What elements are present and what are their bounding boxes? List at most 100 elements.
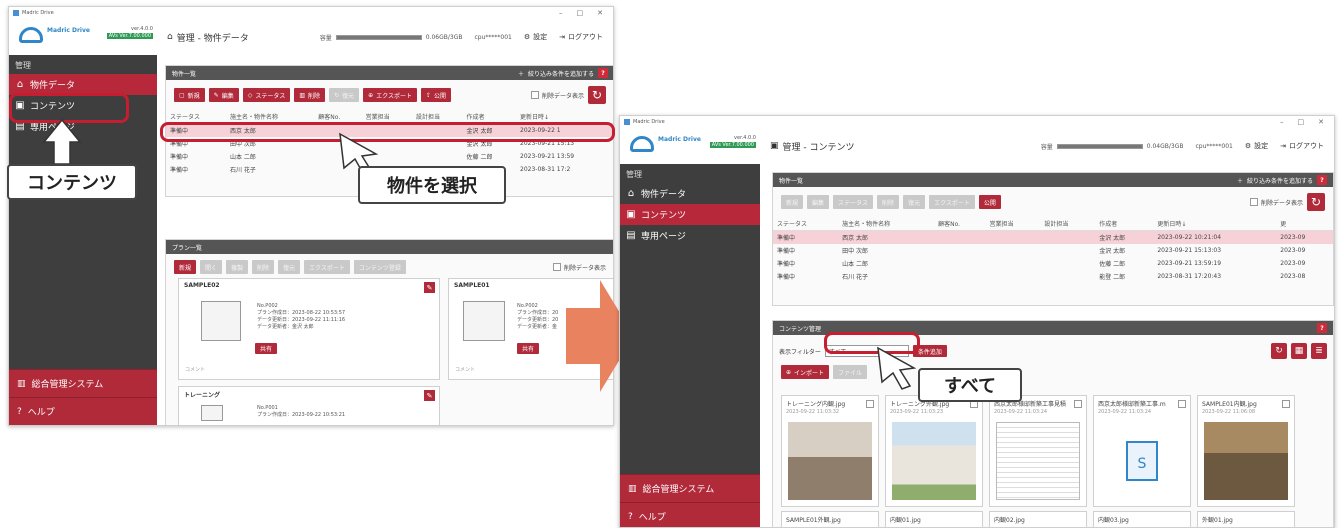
publish-button[interactable]: 公開 [978, 195, 1001, 209]
column-header[interactable]: ステータス [773, 217, 839, 231]
pencil-icon[interactable]: ✎ [424, 390, 435, 401]
publish-button[interactable]: ⇪ 公開 [420, 88, 452, 102]
new-button[interactable]: 新規 [781, 195, 804, 209]
status-button[interactable]: ステータス [833, 195, 874, 209]
content-thumbnail-card[interactable]: トレーニング外観.jpg 2023-09-22 11:03:23 [885, 395, 983, 507]
sidebar-item-dedicated-page[interactable]: ▤ 専用ページ [620, 225, 760, 246]
plan-card[interactable]: SAMPLE02 ✎ No.P002 プラン作成日：2023-08-22 10:… [178, 278, 440, 380]
file-button[interactable]: ファイル [833, 365, 868, 379]
file-icon: S [1100, 422, 1184, 500]
checkbox-box[interactable] [552, 263, 561, 271]
maximize-icon[interactable]: □ [577, 9, 584, 17]
sidebar-item-property-data[interactable]: ⌂ 物件データ [620, 183, 760, 204]
content-thumbnail-card[interactable]: 内観02.jpg [989, 511, 1087, 527]
list-view-icon[interactable]: ≣ [1311, 343, 1327, 359]
plan-duplicate-button[interactable]: 複製 [226, 260, 249, 274]
show-deleted-checkbox[interactable]: 削除データ表示 [530, 91, 584, 100]
cell: 2023-08-31 17:2 [520, 166, 571, 173]
show-deleted-checkbox[interactable]: 削除データ表示 [1249, 198, 1303, 207]
help-badge-icon[interactable]: ? [598, 68, 608, 78]
minimize-icon[interactable]: – [559, 9, 563, 17]
content-thumbnail-card[interactable]: SAMPLE01外観.jpg [781, 511, 879, 527]
column-header[interactable]: 施主名・物件名称 [838, 217, 935, 231]
maximize-icon[interactable]: □ [1298, 118, 1305, 126]
refresh-icon[interactable]: ↻ [1271, 343, 1287, 359]
import-button[interactable]: ⊕ インポート [781, 365, 830, 379]
content-thumbnail-card[interactable]: 外観01.jpg [1197, 511, 1295, 527]
new-button[interactable]: ▢ 新規 [174, 88, 205, 102]
plan-delete-button[interactable]: 削除 [252, 260, 275, 274]
button-label: 新規 [179, 264, 192, 272]
delete-button[interactable]: 削除 [877, 195, 900, 209]
tag-icon: ◇ [247, 91, 253, 99]
table-row[interactable]: 準備中 山本 二郎 佐藤 二郎 2023-09-21 13:59:19 2023… [773, 257, 1333, 270]
thumbnail-checkbox[interactable] [1074, 400, 1082, 408]
logout-button[interactable]: ⇥ ログアウト [1280, 141, 1334, 151]
add-filter-button[interactable]: ＋ 絞り込み条件を追加する ? [518, 68, 608, 78]
share-button[interactable]: 共有 [517, 343, 540, 354]
add-filter-button[interactable]: ＋ 絞り込み条件を追加する ? [1237, 175, 1327, 185]
refresh-icon[interactable]: ↻ [1307, 193, 1325, 211]
status-button[interactable]: ◇ ステータス [242, 88, 291, 102]
header: ▣ 管理 - コンテンツ 容量 0.04GB/3GB cpu*****001 ⚙… [760, 128, 1334, 164]
edit-button[interactable]: ✎ 編集 [208, 88, 239, 102]
plan-show-deleted-checkbox[interactable]: 削除データ表示 [552, 263, 606, 272]
thumbnail-checkbox[interactable] [866, 400, 874, 408]
table-row[interactable]: 準備中 田中 次郎 金沢 太郎 2023-09-21 15:13:03 2023… [773, 244, 1333, 257]
cell: 能登 二郎 [1099, 274, 1126, 281]
close-icon[interactable]: ✕ [597, 9, 603, 17]
button-label: 条件追加 [917, 348, 942, 356]
pencil-icon[interactable]: ✎ [424, 282, 435, 293]
plan-restore-button[interactable]: 復元 [278, 260, 301, 274]
sidebar-item-contents[interactable]: ▣ コンテンツ [620, 204, 760, 225]
sidebar-item-property-data[interactable]: ⌂ 物件データ [9, 74, 157, 95]
table-row[interactable]: 準備中 西京 太郎 金沢 太郎 2023-09-22 10:21:04 2023… [773, 230, 1333, 244]
column-header[interactable]: 顧客No. [934, 217, 986, 231]
share-button[interactable]: 共有 [255, 343, 278, 354]
column-header[interactable]: 更 [1276, 217, 1333, 231]
content-thumbnail-card[interactable]: トレーニング内観.jpg 2023-09-22 11:03:32 [781, 395, 879, 507]
settings-button[interactable]: ⚙ 設定 [524, 32, 547, 42]
plan-open-button[interactable]: 開く [200, 260, 223, 274]
plan-card[interactable]: トレーニング ✎ No.P001 プラン作成日：2023-09-22 10:53… [178, 386, 440, 425]
column-header[interactable]: 設計担当 [1040, 217, 1096, 231]
grid-view-icon[interactable]: ▦ [1291, 343, 1307, 359]
column-header[interactable]: 更新日時↓ [1153, 217, 1277, 231]
column-header[interactable]: 作成者 [1095, 217, 1154, 231]
content-thumbnail-card[interactable]: 内観01.jpg [885, 511, 983, 527]
content-thumbnail-card[interactable]: 内観03.jpg [1093, 511, 1191, 527]
export-button[interactable]: ⊕ エクスポート [363, 88, 417, 102]
table-row[interactable]: 準備中 石川 花子 能登 二郎 2023-08-31 17:20:43 2023… [773, 270, 1333, 283]
content-thumbnail-card[interactable]: SAMPLE01内観.jpg 2023-09-22 11:06:08 [1197, 395, 1295, 507]
edit-button[interactable]: 編集 [807, 195, 830, 209]
view-controls: ↻ ▦ ≣ [1271, 343, 1327, 359]
column-header[interactable]: 営業担当 [985, 217, 1041, 231]
plan-comment: コメント [455, 367, 476, 373]
export-button[interactable]: エクスポート [929, 195, 975, 209]
settings-button[interactable]: ⚙ 設定 [1245, 141, 1268, 151]
plan-register-content-button[interactable]: コンテンツ登録 [353, 260, 406, 274]
sidebar-item-help[interactable]: ? ヘルプ [9, 397, 157, 425]
logout-button[interactable]: ⇥ ログアウト [559, 32, 613, 42]
checkbox-box[interactable] [1249, 198, 1258, 206]
refresh-icon[interactable]: ↻ [588, 86, 606, 104]
sidebar-item-management-system[interactable]: ▥ 総合管理システム [9, 369, 157, 397]
table-row[interactable]: 準備中 山本 二郎 佐藤 二郎 2023-09-21 13:59 [166, 150, 613, 163]
plan-new-button[interactable]: 新規 [174, 260, 197, 274]
plan-export-button[interactable]: エクスポート [304, 260, 350, 274]
thumbnail-checkbox[interactable] [1282, 400, 1290, 408]
help-badge-icon[interactable]: ? [1317, 175, 1327, 185]
help-badge-icon[interactable]: ? [1317, 323, 1327, 333]
content-thumbnail-card[interactable]: 西京太郎様邸新築工事見積 2023-09-22 11:03:24 [989, 395, 1087, 507]
delete-button[interactable]: ▥ 削除 [294, 88, 326, 102]
restore-button[interactable]: 復元 [903, 195, 926, 209]
minimize-icon[interactable]: – [1280, 118, 1284, 126]
restore-button[interactable]: ↻ 復元 [329, 88, 360, 102]
sidebar-item-help[interactable]: ? ヘルプ [620, 502, 760, 527]
sidebar-item-label: 専用ページ [641, 232, 686, 242]
checkbox-box[interactable] [530, 91, 539, 99]
content-thumbnail-card[interactable]: 西京太郎様邸新築工事.m 2023-09-22 11:03:24 S [1093, 395, 1191, 507]
thumbnail-checkbox[interactable] [1178, 400, 1186, 408]
close-icon[interactable]: ✕ [1318, 118, 1324, 126]
sidebar-item-management-system[interactable]: ▥ 総合管理システム [620, 474, 760, 502]
